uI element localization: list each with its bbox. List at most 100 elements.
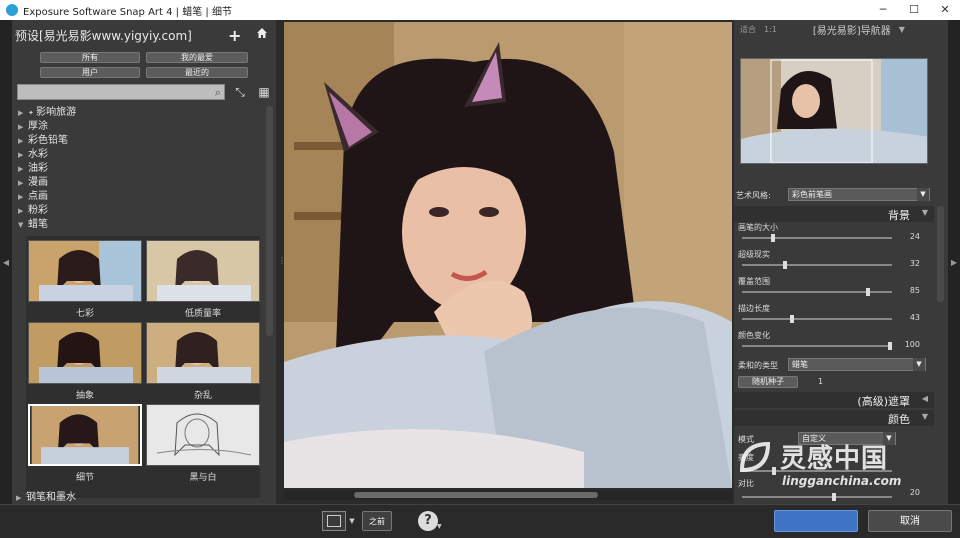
view-mode-button[interactable] <box>322 511 346 531</box>
presets-scrollbar[interactable] <box>266 106 273 336</box>
presets-header: 预设[易光易影www.yigyiy.com] + <box>12 20 276 50</box>
ok-button[interactable] <box>774 510 858 532</box>
cancel-button[interactable]: 取消 <box>868 510 952 532</box>
art-style-dropdown[interactable]: 彩色前笔画 ▼ <box>788 188 930 201</box>
category-item[interactable]: ▶ 漫画 <box>16 176 264 190</box>
help-icon[interactable]: ? <box>418 511 438 531</box>
presets-title: 预设[易光易影www.yigyiy.com] <box>15 28 192 43</box>
slider-track[interactable] <box>742 261 892 269</box>
category-item[interactable]: ▶ 点画 <box>16 190 264 204</box>
collapse-left-icon[interactable]: ◀ <box>0 20 12 504</box>
thumbnail-image <box>147 241 259 301</box>
thumbnail-image <box>29 323 141 383</box>
close-button[interactable]: ✕ <box>930 0 960 20</box>
category-item[interactable]: ▶ 粉彩 <box>16 204 264 218</box>
preset-thumbnail[interactable] <box>146 240 260 302</box>
expand-icon: ▶ <box>18 165 24 173</box>
preset-thumbnail[interactable] <box>28 240 142 302</box>
settings-scrollbar[interactable] <box>937 206 944 302</box>
expand-icon: ◀ <box>921 394 928 403</box>
navigator-title: [易光易影]导航器 <box>812 25 891 37</box>
preset-thumbnail[interactable] <box>146 322 260 384</box>
preset-thumbnail[interactable] <box>28 322 142 384</box>
help-dropdown-icon[interactable]: ▼ <box>437 523 442 530</box>
slider-value: 43 <box>909 313 920 322</box>
slider-label: 画笔的大小 <box>738 223 778 232</box>
thumbnail-label: 抽象 <box>75 391 94 401</box>
expand-icon: ▶ <box>18 123 24 131</box>
dropdown-arrow-icon[interactable]: ▼ <box>899 25 905 34</box>
leaf-logo-icon <box>739 441 771 473</box>
slider-track[interactable] <box>742 342 892 350</box>
image-canvas[interactable] <box>284 22 732 488</box>
category-item[interactable]: ▶ 厚涂 <box>16 120 264 134</box>
tab-favorites[interactable]: 我的最爱 <box>146 52 248 63</box>
expand-icon: ▶ <box>18 151 24 159</box>
collapse-right-icon[interactable]: ▶ <box>948 20 960 504</box>
art-style-label: 艺术风格: <box>736 191 771 200</box>
category-item[interactable]: ▶ ✦ 影响旅游 <box>16 106 264 120</box>
slider-label: 描边长度 <box>738 304 770 313</box>
before-button[interactable]: 之前 <box>362 511 392 531</box>
canvas-scrollbar[interactable] <box>284 490 732 500</box>
section-color[interactable]: 颜色 ▼ <box>734 410 934 426</box>
slider-value: 85 <box>909 286 920 295</box>
thumbnail-label: 七彩 <box>75 309 94 319</box>
collapse-icon: ▼ <box>921 412 928 421</box>
category-item[interactable]: ▶ 钢笔和墨水 <box>16 488 76 503</box>
slider-knob[interactable] <box>783 261 787 269</box>
navigator-preview[interactable] <box>740 58 928 164</box>
thumbnail-label: 细节 <box>75 473 94 483</box>
expand-icon: ▶ <box>18 207 24 215</box>
splitter-handle[interactable]: ⋮ <box>278 256 286 270</box>
soft-type-dropdown[interactable]: 蜡笔 ▼ <box>788 358 926 371</box>
grid-view-icon[interactable]: ▦ <box>257 85 271 99</box>
tab-all[interactable]: 所有 <box>40 52 140 63</box>
thumbnail-image <box>31 406 139 464</box>
slider-track[interactable] <box>742 315 892 323</box>
preset-thumbnail-selected[interactable] <box>28 404 142 466</box>
section-mask[interactable]: (高级)遮罩 ◀ <box>734 392 934 408</box>
random-seed-button[interactable]: 随机种子 <box>738 376 798 388</box>
zoom-1to1-button[interactable]: 1:1 <box>764 25 777 34</box>
slider-label: 超级现实 <box>738 250 770 259</box>
fit-button[interactable]: 适合 <box>740 24 756 35</box>
view-mode-dropdown-icon[interactable]: ▼ <box>347 511 357 531</box>
slider-knob[interactable] <box>790 315 794 323</box>
collapse-icon: ▼ <box>18 221 24 229</box>
add-preset-icon[interactable]: + <box>228 26 241 45</box>
slider-knob[interactable] <box>888 342 892 350</box>
slider-knob[interactable] <box>866 288 870 296</box>
section-background[interactable]: 背景 ▼ <box>734 206 934 222</box>
thumbnail-label: 杂乱 <box>193 391 212 401</box>
presets-panel: 预设[易光易影www.yigyiy.com] + 所有 我的最爱 用户 最近的 … <box>12 20 276 504</box>
watermark-url: lingganchina.com <box>782 474 902 488</box>
scrollbar-thumb[interactable] <box>354 492 598 498</box>
category-item[interactable]: ▶ 水彩 <box>16 148 264 162</box>
slider-track[interactable] <box>742 288 892 296</box>
tab-user[interactable]: 用户 <box>40 67 140 78</box>
preset-thumbnails: 七彩 低质量率 抽象 杂乱 细节 黑与白 <box>26 236 260 498</box>
tab-recent[interactable]: 最近的 <box>146 67 248 78</box>
category-item-expanded[interactable]: ▼ 蜡笔 <box>16 218 264 232</box>
minimize-button[interactable]: ─ <box>868 0 898 20</box>
dropdown-arrow-icon: ▼ <box>917 188 929 201</box>
preset-thumbnail[interactable] <box>146 404 260 466</box>
random-seed-value: 1 <box>818 377 824 386</box>
soft-type-label: 柔和的类型 <box>738 361 778 370</box>
thumbnail-image <box>29 241 141 301</box>
category-item[interactable]: ▶ 油彩 <box>16 162 264 176</box>
title-bar: Exposure Software Snap Art 4 | 蜡笔 | 细节 ─… <box>0 0 960 20</box>
square-icon <box>327 515 341 527</box>
category-item[interactable]: ▶ 彩色铅笔 <box>16 134 264 148</box>
slider-track[interactable] <box>742 234 892 242</box>
expand-icon: ▶ <box>18 179 24 187</box>
collapse-all-icon[interactable]: ⤡ <box>233 85 247 99</box>
search-input[interactable]: ⌕ <box>17 84 225 100</box>
slider-knob[interactable] <box>771 234 775 242</box>
maximize-button[interactable]: ☐ <box>899 0 929 20</box>
watermark-logo: 灵感中国 lingganchina.com <box>738 436 938 500</box>
home-icon[interactable] <box>256 27 268 39</box>
thumbnail-image <box>147 323 259 383</box>
watermark-brand: 灵感中国 <box>780 444 889 474</box>
